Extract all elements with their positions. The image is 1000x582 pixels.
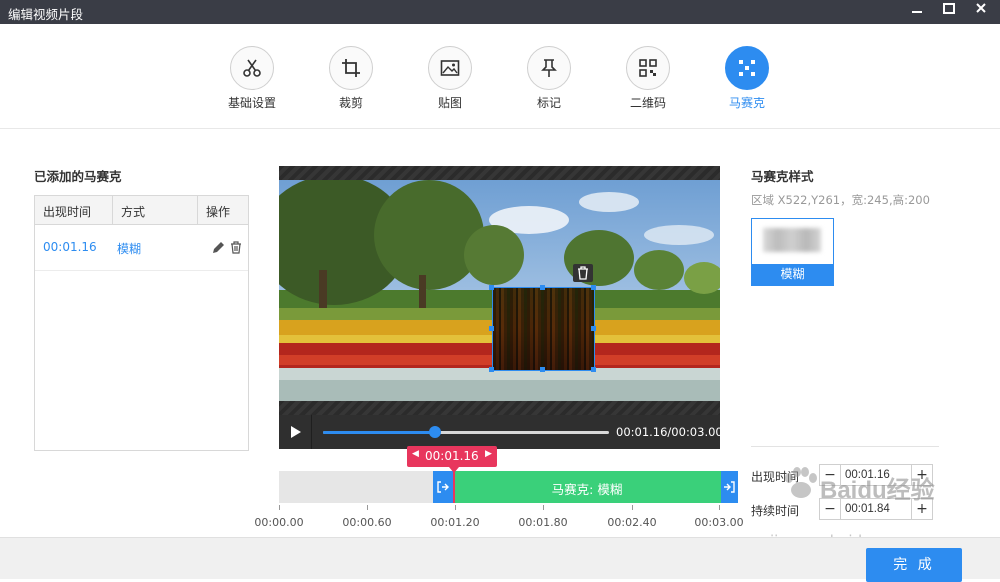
segment-start-handle[interactable] (433, 471, 453, 503)
progress-thumb[interactable] (428, 426, 441, 438)
playhead-time: 00:01.16 (425, 449, 479, 463)
minimize-icon[interactable] (902, 0, 932, 24)
item-time[interactable]: 00:01.16 (43, 240, 97, 254)
segment-end-handle[interactable] (721, 471, 738, 503)
close-icon[interactable] (966, 0, 996, 24)
paw-icon (785, 467, 817, 498)
progress-fill (323, 431, 435, 434)
player-controls: 00:01.16/00:03.00 (279, 415, 723, 449)
pin-icon (541, 59, 557, 77)
mosaic-icon (739, 60, 755, 76)
scissors-icon (243, 59, 261, 77)
progress-slider[interactable] (323, 426, 609, 438)
column-header: 方式 (121, 205, 146, 219)
tab-label: 基础设置 (227, 96, 276, 110)
style-card-blur[interactable]: 模糊 (751, 218, 834, 286)
step-forward-icon[interactable]: ▶ (485, 449, 492, 459)
video-frame-top (279, 166, 720, 180)
playhead-line (453, 471, 455, 503)
play-button[interactable] (279, 415, 312, 449)
tab-label: 裁剪 (338, 96, 363, 110)
tab-label: 二维码 (629, 96, 666, 110)
video-preview (279, 180, 720, 401)
tab-label: 马赛克 (728, 96, 765, 110)
crop-icon (342, 59, 360, 77)
step-back-icon[interactable]: ◀ (412, 449, 419, 459)
tab-sticker[interactable]: 贴图 (400, 46, 500, 136)
title-bar: 编辑视频片段 (0, 0, 1000, 24)
resize-handle[interactable] (540, 285, 545, 290)
bracket-left-icon (437, 481, 449, 493)
resize-handle[interactable] (591, 367, 596, 372)
tab-mosaic[interactable]: 马赛克 (697, 46, 797, 136)
image-icon (440, 60, 460, 76)
tab-basic-settings[interactable]: 基础设置 (202, 46, 302, 136)
edit-icon[interactable] (212, 241, 225, 254)
delete-region-button[interactable] (573, 264, 593, 282)
tick-label: 00:02.40 (607, 516, 657, 529)
watermark-text: Baidu经验 (820, 477, 935, 504)
video-frame-bottom (279, 401, 720, 415)
style-card-label: 模糊 (752, 264, 833, 285)
tool-toolbar: 基础设置 裁剪 贴图 标记 二维码 马赛克 (0, 24, 1000, 129)
qrcode-icon (639, 59, 657, 77)
bracket-right-icon (724, 481, 735, 493)
column-header: 操作 (206, 205, 231, 219)
item-mode[interactable]: 模糊 (117, 240, 141, 257)
tab-label: 贴图 (437, 96, 462, 110)
resize-handle[interactable] (540, 367, 545, 372)
region-info: 区域 X522,Y261，宽:245,高:200 (751, 193, 930, 207)
mosaic-list: 出现时间 方式 操作 00:01.16 模糊 (34, 195, 249, 451)
divider (751, 446, 939, 447)
tab-qrcode[interactable]: 二维码 (598, 46, 698, 136)
maximize-icon[interactable] (934, 0, 964, 24)
playhead-pointer (449, 467, 459, 473)
tick-label: 00:01.80 (518, 516, 568, 529)
tab-crop[interactable]: 裁剪 (301, 46, 401, 136)
footer-bar (0, 537, 1000, 579)
tick-label: 00:03.00 (694, 516, 744, 529)
mosaic-region[interactable] (492, 287, 595, 371)
resize-handle[interactable] (489, 326, 494, 331)
tab-mark[interactable]: 标记 (499, 46, 599, 136)
delete-icon[interactable] (230, 241, 242, 254)
resize-handle[interactable] (489, 285, 494, 290)
resize-handle[interactable] (591, 285, 596, 290)
mosaic-list-title: 已添加的马赛克 (34, 169, 122, 184)
segment-label: 马赛克: 模糊 (551, 482, 623, 497)
resize-handle[interactable] (591, 326, 596, 331)
time-display: 00:01.16/00:03.00 (616, 425, 723, 439)
playhead-marker[interactable]: ◀ 00:01.16 ▶ (407, 446, 497, 467)
list-header: 出现时间 方式 操作 (35, 196, 248, 225)
tick-label: 00:00.60 (342, 516, 392, 529)
tick-label: 00:00.00 (254, 516, 304, 529)
column-header: 出现时间 (43, 205, 92, 219)
trash-icon (578, 266, 588, 280)
blur-preview (763, 228, 821, 252)
done-button[interactable]: 完 成 (866, 548, 962, 582)
play-icon (291, 426, 301, 438)
resize-handle[interactable] (489, 367, 494, 372)
window-title: 编辑视频片段 (8, 7, 84, 22)
tab-label: 标记 (536, 96, 561, 110)
list-item[interactable]: 00:01.16 模糊 (35, 225, 248, 271)
mosaic-style-title: 马赛克样式 (751, 169, 814, 184)
tick-label: 00:01.20 (430, 516, 480, 529)
